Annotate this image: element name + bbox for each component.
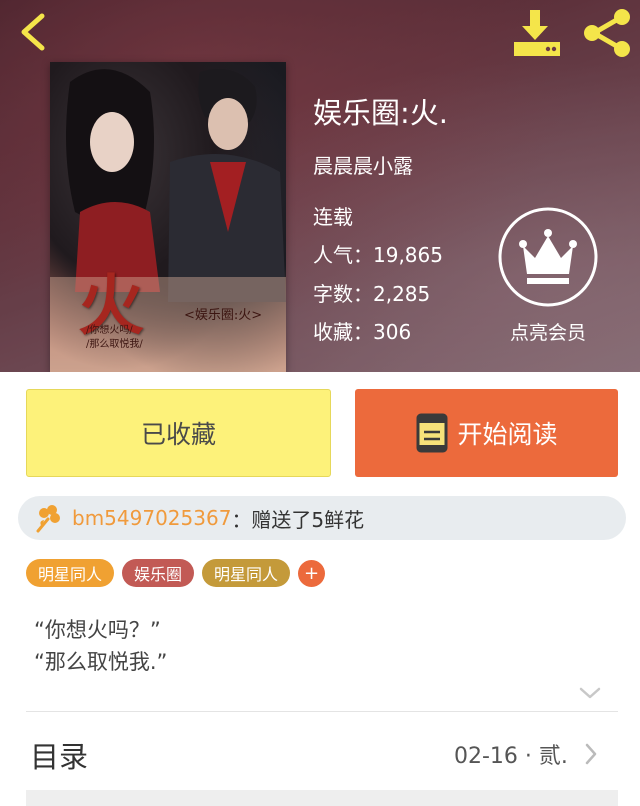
table-of-contents-row[interactable]: 目录 02-16 · 贰.	[0, 712, 640, 792]
tag-chip[interactable]: 娱乐圈	[122, 559, 195, 587]
next-section-edge	[26, 790, 618, 806]
gift-message: ：赠送了5鲜花	[231, 507, 365, 532]
tag-chip[interactable]: 明星同人	[26, 559, 115, 587]
tag-chip[interactable]: 明星同人	[202, 559, 291, 587]
book-header: 火 <娱乐圈:火> /你想火吗/ /那么取悦我/ 娱乐圈:火. 晨晨晨小露 连载…	[0, 0, 640, 372]
stat-favorites-label: 收藏：	[313, 320, 373, 344]
download-button[interactable]	[510, 8, 564, 58]
expand-synopsis-button[interactable]	[578, 684, 602, 702]
book-synopsis: “你想火吗？” “那么取悦我.”	[34, 614, 167, 678]
toc-label: 目录	[30, 740, 89, 774]
download-icon	[514, 10, 560, 56]
cover-tagline-line: /你想火吗/	[86, 325, 133, 336]
collected-label: 已收藏	[140, 420, 216, 449]
share-icon	[584, 9, 630, 57]
start-reading-button[interactable]: 开始阅读	[355, 389, 618, 477]
book-icon	[416, 413, 448, 453]
chevron-left-icon	[21, 13, 45, 51]
back-button[interactable]	[14, 10, 54, 54]
cover-tagline: /你想火吗/ /那么取悦我/	[86, 324, 143, 352]
tag-list: 明星同人 娱乐圈 明星同人 +	[26, 559, 326, 587]
stat-favorites: 收藏：306	[313, 316, 411, 345]
stat-popularity-value: 19,865	[373, 243, 443, 267]
collected-button[interactable]: 已收藏	[26, 389, 331, 477]
crown-icon	[498, 207, 598, 307]
synopsis-line: “你想火吗？”	[34, 618, 161, 642]
stat-popularity-label: 人气：	[313, 243, 373, 267]
gift-sender[interactable]: bm5497025367	[72, 506, 231, 530]
add-tag-button[interactable]: +	[298, 559, 326, 587]
stat-word-count: 字数：2,285	[313, 278, 430, 307]
latest-chapter: 02-16 · 贰.	[454, 744, 568, 769]
cover-subtitle: <娱乐圈:火>	[184, 308, 263, 323]
book-author[interactable]: 晨晨晨小露	[313, 150, 413, 179]
gift-notice[interactable]: bm5497025367 ：赠送了5鲜花	[18, 496, 626, 540]
synopsis-line: “那么取悦我.”	[34, 650, 168, 674]
vip-label[interactable]: 点亮会员	[487, 318, 609, 345]
stat-word-count-label: 字数：	[313, 282, 373, 306]
stat-word-count-value: 2,285	[373, 282, 431, 306]
book-title: 娱乐圈:火.	[313, 96, 448, 130]
vip-button[interactable]	[497, 206, 599, 308]
chevron-down-icon	[579, 687, 601, 699]
cover-tagline-line: /那么取悦我/	[86, 339, 143, 350]
stat-favorites-value: 306	[373, 320, 412, 344]
book-status: 连载	[313, 205, 353, 229]
flower-icon	[36, 505, 60, 533]
start-reading-label: 开始阅读	[457, 420, 558, 449]
chevron-right-icon	[585, 743, 597, 765]
book-cover[interactable]: 火 <娱乐圈:火> /你想火吗/ /那么取悦我/	[50, 62, 286, 372]
share-button[interactable]	[580, 6, 634, 60]
stat-popularity: 人气：19,865	[313, 239, 443, 268]
